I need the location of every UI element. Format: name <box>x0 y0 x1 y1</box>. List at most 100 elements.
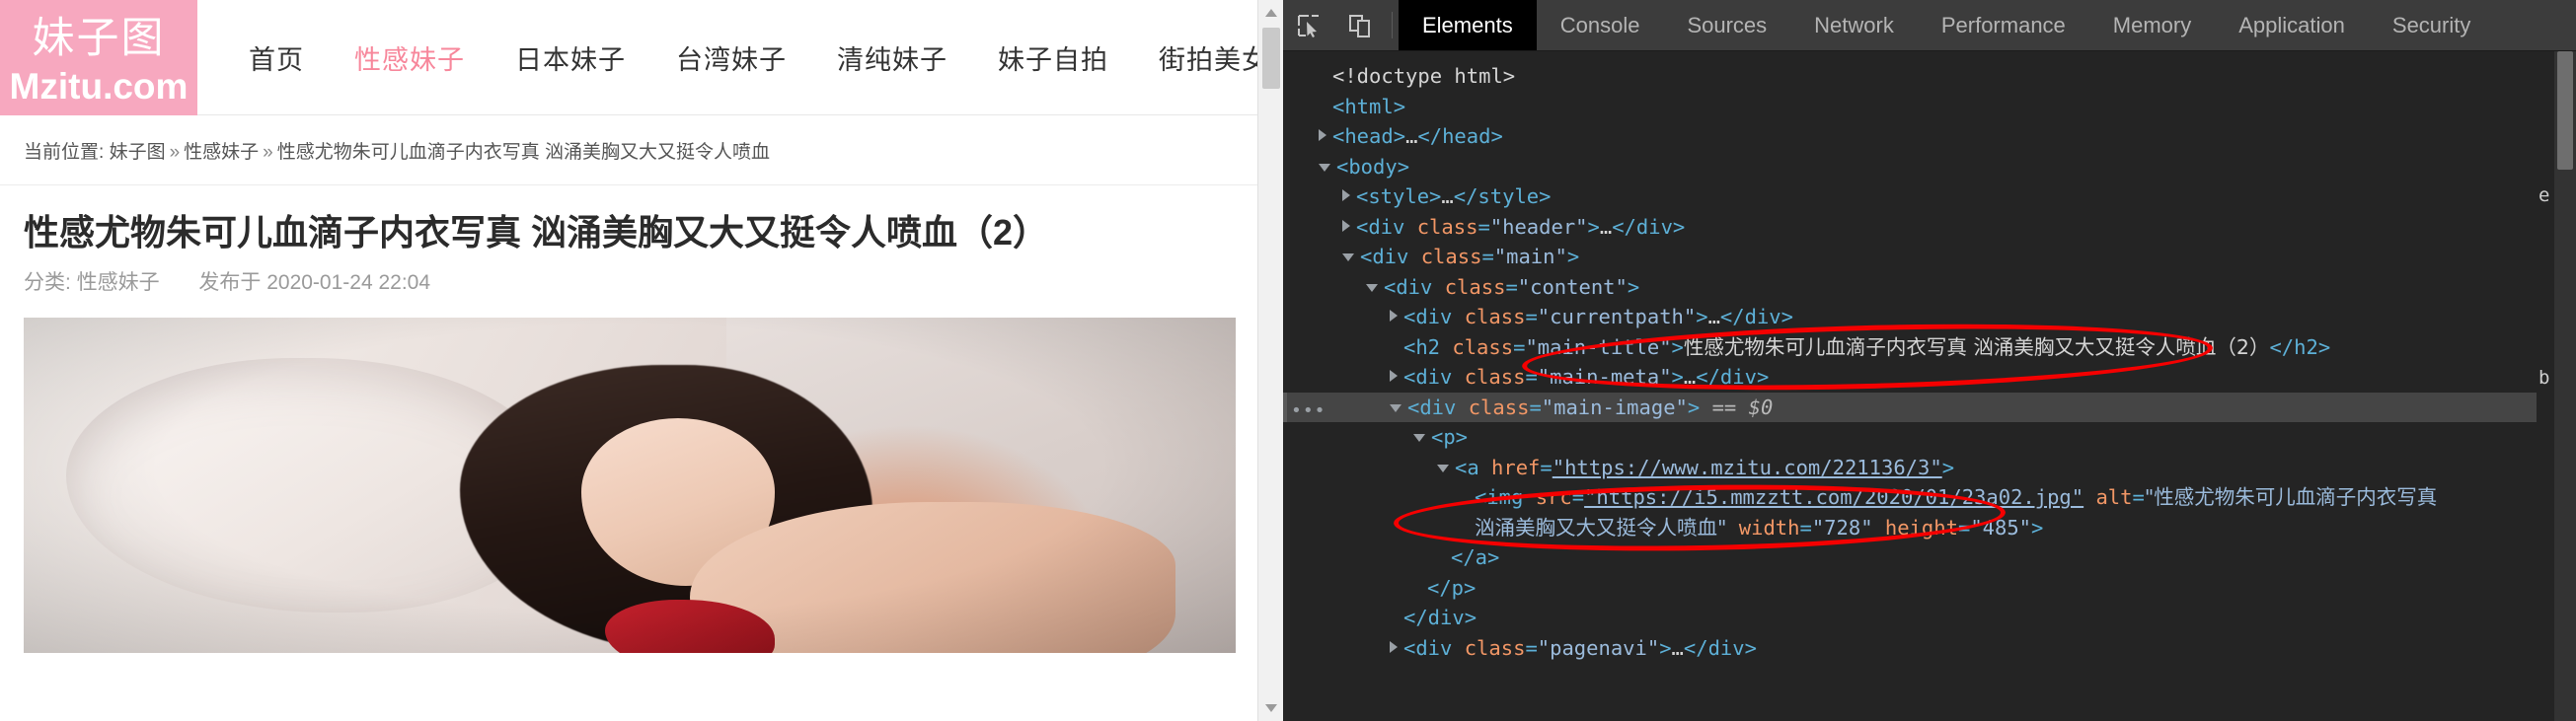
published-value: 2020-01-24 22:04 <box>266 271 431 294</box>
chevron-down-icon[interactable] <box>1342 253 1354 261</box>
dom-row-content: <html> <box>1332 94 1406 118</box>
edge-stub-1: e <box>2538 184 2550 206</box>
dom-row-content: <div class="currentpath">…</div> <box>1403 305 1793 328</box>
dom-tree-row[interactable]: <div class="main-image"> == $0 ••• <box>1283 392 2576 422</box>
nav-item-sexy[interactable]: 性感妹子 <box>354 38 465 77</box>
tab-security[interactable]: Security <box>2369 0 2494 50</box>
dom-tree-row[interactable]: <div class="pagenavi">…</div> <box>1283 633 2576 664</box>
dom-row-content: <div class="content"> <box>1384 274 1640 299</box>
inspect-element-button[interactable] <box>1283 0 1334 50</box>
dom-row-content: <!doctype html> <box>1332 64 1516 88</box>
toolbar-divider <box>1392 12 1393 38</box>
triangle-down-icon <box>1265 704 1277 712</box>
photo-vignette <box>24 318 1236 653</box>
inspect-element-icon <box>1298 14 1319 37</box>
chevron-right-icon[interactable] <box>1390 310 1398 322</box>
devtools-scrollbar-thumb[interactable] <box>2557 51 2573 170</box>
dom-row-content: </a> <box>1451 545 1500 569</box>
dom-tree-row[interactable]: </div> <box>1283 603 2576 633</box>
dom-tree-row[interactable]: <div class="currentpath">…</div> <box>1283 302 2576 332</box>
dom-tree-row[interactable]: </a> <box>1283 542 2576 573</box>
chevron-right-icon[interactable] <box>1390 640 1398 653</box>
dom-row-content: <p> <box>1431 425 1469 449</box>
dom-tree-row[interactable]: <img src="https://i5.mmzztt.com/2020/01/… <box>1283 482 2576 513</box>
nav-item-japan[interactable]: 日本妹子 <box>515 38 626 77</box>
chevron-right-icon[interactable] <box>1390 370 1398 382</box>
dom-tree-row[interactable]: </p> <box>1283 573 2576 604</box>
dom-row-content: <h2 class="main-title">性感尤物朱可儿血滴子内衣写真 汹涌… <box>1403 334 2331 359</box>
logo-chinese-text: 妹子图 <box>32 14 166 62</box>
devtools-panel: Elements Console Sources Network Perform… <box>1283 0 2576 721</box>
dom-row-content: <div class="main-image"> == $0 <box>1407 395 1774 419</box>
dom-tree-row[interactable]: <head>…</head> <box>1283 121 2576 152</box>
devtools-edge-strip: e b <box>2537 51 2554 721</box>
chevron-down-icon[interactable] <box>1390 403 1402 412</box>
breadcrumb-separator-2: » <box>263 142 273 163</box>
breadcrumb-link-category[interactable]: 性感妹子 <box>184 142 259 163</box>
device-toolbar-button[interactable] <box>1334 0 1386 50</box>
dom-tree-row[interactable]: 汹涌美胸又大又挺令人喷血" width="728" height="485"> <box>1283 513 2576 543</box>
tab-sources[interactable]: Sources <box>1663 0 1790 50</box>
scrollbar-thumb[interactable] <box>1262 28 1280 89</box>
tab-elements[interactable]: Elements <box>1399 0 1537 50</box>
tab-memory[interactable]: Memory <box>2089 0 2215 50</box>
published-label: 发布于 <box>198 271 262 294</box>
category-label: 分类: <box>24 271 71 294</box>
site-logo[interactable]: 妹子图 Mzitu.com <box>0 0 197 115</box>
nav-item-taiwan[interactable]: 台湾妹子 <box>676 38 787 77</box>
dom-tree-row[interactable]: <div class="main"> <box>1283 242 2576 272</box>
dom-row-content: 汹涌美胸又大又挺令人喷血" width="728" height="485"> <box>1475 515 2044 540</box>
dom-tree-row[interactable]: <a href="https://www.mzitu.com/221136/3"… <box>1283 453 2576 483</box>
devtools-scrollbar[interactable] <box>2554 51 2576 721</box>
dom-tree-row[interactable]: <p> <box>1283 422 2576 453</box>
dom-row-content: <div class="main"> <box>1360 245 1580 268</box>
device-toolbar-icon <box>1349 14 1370 37</box>
chevron-down-icon[interactable] <box>1366 283 1378 292</box>
tab-performance[interactable]: Performance <box>1918 0 2089 50</box>
chevron-right-icon[interactable] <box>1342 189 1350 201</box>
dom-tree-row[interactable]: <h2 class="main-title">性感尤物朱可儿血滴子内衣写真 汹涌… <box>1283 332 2576 363</box>
breadcrumb-prefix: 当前位置: <box>24 142 105 163</box>
screenshot-root: 妹子图 Mzitu.com 首页 性感妹子 日本妹子 台湾妹子 清纯妹子 妹子自… <box>0 0 2576 721</box>
triangle-up-icon <box>1265 9 1277 17</box>
dom-tree-row[interactable]: <div class="content"> <box>1283 272 2576 303</box>
page-vertical-scrollbar[interactable] <box>1257 0 1283 721</box>
chevron-right-icon[interactable] <box>1342 219 1350 232</box>
dom-tree-row[interactable]: <!doctype html> <box>1283 61 2576 92</box>
dom-row-content: <div class="main-meta">…</div> <box>1403 365 1770 389</box>
nav-item-pure[interactable]: 清纯妹子 <box>837 38 947 77</box>
tab-application[interactable]: Application <box>2215 0 2369 50</box>
chevron-down-icon[interactable] <box>1319 163 1330 172</box>
page-title: 性感尤物朱可儿血滴子内衣写真 汹涌美胸又大又挺令人喷血（2） <box>24 212 1049 252</box>
dom-row-content: <div class="pagenavi">…</div> <box>1403 635 1757 660</box>
tab-network[interactable]: Network <box>1790 0 1918 50</box>
dom-tree-row[interactable]: <style>…</style> <box>1283 181 2576 212</box>
nav-item-home[interactable]: 首页 <box>249 38 304 77</box>
article-photo[interactable] <box>24 318 1236 653</box>
photo-image <box>24 318 1236 653</box>
site-header: 妹子图 Mzitu.com 首页 性感妹子 日本妹子 台湾妹子 清纯妹子 妹子自… <box>0 0 1283 115</box>
devtools-toolbar: Elements Console Sources Network Perform… <box>1283 0 2576 51</box>
dom-row-content: <div class="header">…</div> <box>1356 214 1686 239</box>
scrollbar-down-button[interactable] <box>1258 695 1283 721</box>
category-value[interactable]: 性感妹子 <box>77 271 160 294</box>
edge-stub-2: b <box>2538 367 2550 389</box>
nav-item-street[interactable]: 街拍美女 <box>1159 38 1269 77</box>
devtools-tabs: Elements Console Sources Network Perform… <box>1399 0 2494 50</box>
dom-row-content: </div> <box>1403 606 1477 629</box>
dom-tree[interactable]: <!doctype html> <html> <head>…</head> <body… <box>1283 51 2576 721</box>
tab-console[interactable]: Console <box>1537 0 1664 50</box>
dom-tree-row[interactable]: <body> <box>1283 152 2576 182</box>
dom-tree-row[interactable]: <div class="main-meta">…</div> <box>1283 362 2576 393</box>
nav-item-selfie[interactable]: 妹子自拍 <box>998 38 1108 77</box>
chevron-down-icon[interactable] <box>1437 464 1449 472</box>
breadcrumb-link-home[interactable]: 妹子图 <box>110 142 166 163</box>
chevron-down-icon[interactable] <box>1413 434 1425 442</box>
dom-row-content: <a href="https://www.mzitu.com/221136/3"… <box>1455 455 1955 479</box>
breadcrumb: 当前位置: 妹子图» 性感妹子» 性感尤物朱可儿血滴子内衣写真 汹涌美胸又大又挺令人… <box>0 115 1283 185</box>
dom-tree-row[interactable]: <html> <box>1283 92 2576 122</box>
dom-tree-row[interactable]: <div class="header">…</div> <box>1283 212 2576 243</box>
scrollbar-up-button[interactable] <box>1258 0 1283 26</box>
breadcrumb-separator-1: » <box>169 142 181 163</box>
chevron-right-icon[interactable] <box>1319 129 1326 141</box>
